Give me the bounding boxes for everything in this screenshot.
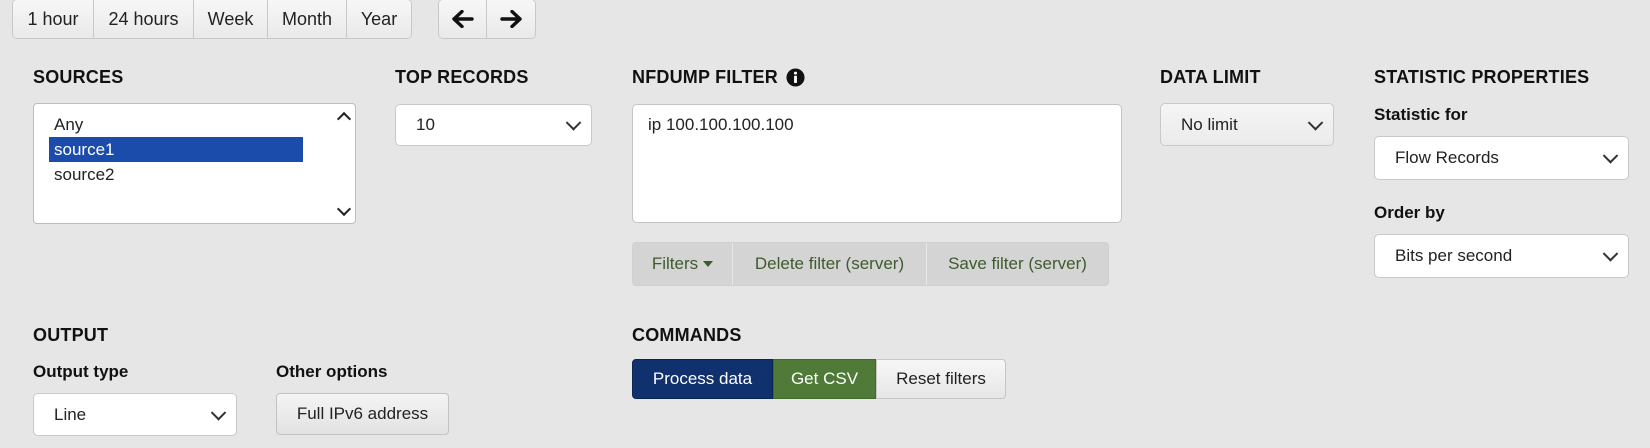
time-1-hour-button[interactable]: 1 hour [13,0,94,38]
sources-heading: SOURCES [33,67,124,87]
data-limit-value: No limit [1181,114,1238,134]
nfdump-filter-heading: NFDUMP FILTER [632,67,805,88]
source-option-source1[interactable]: source1 [49,137,303,162]
time-24-hours-button[interactable]: 24 hours [94,0,194,38]
scroll-up-icon[interactable] [336,111,352,127]
data-limit-select[interactable]: No limit [1160,103,1334,146]
chevron-down-icon [1602,148,1619,164]
top-records-heading: TOP RECORDS [395,67,529,87]
save-filter-button[interactable]: Save filter (server) [927,243,1108,285]
statistic-properties-heading: STATISTIC PROPERTIES [1374,67,1590,87]
arrow-right-icon [500,10,522,28]
statistic-for-select[interactable]: Flow Records [1374,136,1629,180]
output-type-label: Output type [33,362,129,381]
source-option-source2[interactable]: source2 [49,162,303,187]
output-type-value: Line [54,404,87,424]
filter-button-group: Filters Delete filter (server) Save filt… [632,242,1109,286]
caret-down-icon [703,261,714,267]
time-month-button[interactable]: Month [268,0,347,38]
chevron-down-icon [565,115,582,131]
data-limit-heading: DATA LIMIT [1160,67,1261,87]
process-data-button[interactable]: Process data [632,359,773,399]
chevron-down-icon [210,404,227,421]
filters-label: Filters [651,254,699,273]
nfdump-filter-input[interactable]: ip 100.100.100.100 [632,104,1122,223]
chevron-down-icon [1307,114,1324,131]
filters-dropdown-button[interactable]: Filters [633,243,733,285]
get-csv-button[interactable]: Get CSV [773,359,876,399]
time-range-group: 1 hour 24 hours Week Month Year [12,0,412,39]
source-option-any[interactable]: Any [49,112,303,137]
arrow-left-icon [451,10,474,28]
statistic-for-value: Flow Records [1395,148,1499,167]
time-week-button[interactable]: Week [194,0,268,38]
full-ipv6-address-button[interactable]: Full IPv6 address [276,393,449,435]
other-options-label: Other options [276,362,388,381]
info-circle-icon[interactable] [786,68,805,87]
order-by-label: Order by [1374,203,1445,222]
reset-filters-button[interactable]: Reset filters [876,359,1006,399]
time-nav-group [438,0,536,39]
next-arrow-button[interactable] [487,0,535,38]
scroll-down-icon[interactable] [336,201,352,217]
prev-arrow-button[interactable] [439,0,487,38]
sources-listbox[interactable]: Any source1 source2 [33,103,356,224]
output-heading: OUTPUT [33,325,109,345]
time-year-button[interactable]: Year [347,0,411,38]
top-records-value: 10 [416,115,435,134]
order-by-value: Bits per second [1395,246,1513,265]
statistic-for-label: Statistic for [1374,105,1468,124]
nfdump-filter-title: NFDUMP FILTER [632,67,778,87]
chevron-down-icon [1602,246,1619,262]
output-type-select[interactable]: Line [33,393,237,436]
order-by-select[interactable]: Bits per second [1374,234,1629,278]
commands-heading: COMMANDS [632,325,742,345]
top-records-select[interactable]: 10 [395,104,592,146]
delete-filter-button[interactable]: Delete filter (server) [733,243,927,285]
